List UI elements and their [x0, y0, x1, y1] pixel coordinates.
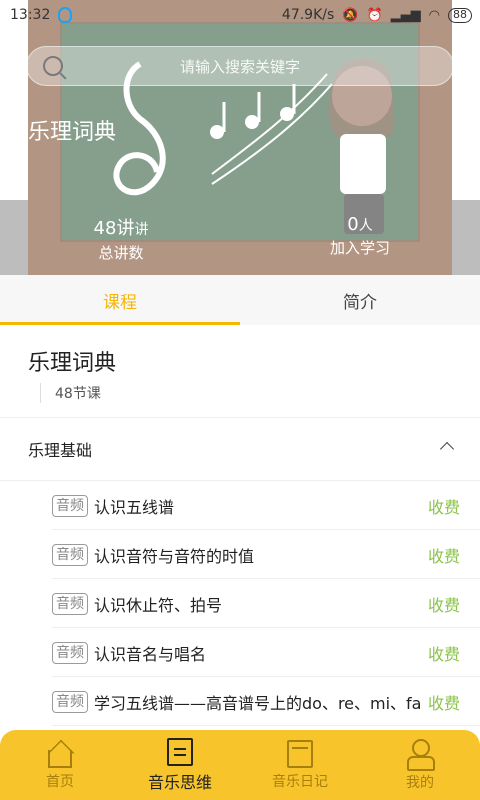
price-label: 收费: [427, 595, 460, 615]
lesson-title: 学习五线谱——高音谱号上的do、re、mi、fa: [94, 693, 420, 713]
nav-label: 音乐日记: [272, 773, 328, 790]
network-speed: 47.9K/s: [281, 7, 335, 23]
audio-badge: 音频: [52, 641, 88, 664]
course-name-overlay: 乐理词典: [28, 120, 117, 145]
list-item[interactable]: 音频 认识音符与音符的时值 收费: [0, 530, 480, 579]
lesson-title: 认识五线谱: [94, 497, 175, 517]
nav-home[interactable]: 首页: [0, 730, 120, 800]
course-tabs: 课程 简介: [0, 275, 480, 325]
lesson-title: 认识音符与音符的时值: [94, 546, 255, 566]
diary-icon: [287, 739, 313, 768]
lesson-list: 音频 认识五线谱 收费 音频 认识音符与音符的时值 收费 音频 认识休止符、拍号…: [0, 481, 480, 731]
alarm-icon: ⏰: [366, 7, 383, 23]
nav-music-diary[interactable]: 音乐日记: [240, 730, 360, 800]
price-label: 收费: [427, 497, 460, 517]
home-icon: [48, 749, 72, 768]
status-time: 13:32: [10, 7, 51, 23]
status-bar: 13:32 47.9K/s 🔕 ⏰ ▂▄▆ ◠ 88: [0, 0, 480, 30]
stat-total-lessons: 48讲讲 总讲数: [90, 214, 152, 263]
battery-icon: 88: [448, 7, 472, 23]
audio-badge: 音频: [52, 592, 88, 615]
course-header: 乐理词典 48节课: [0, 325, 480, 418]
nav-label: 首页: [46, 773, 74, 790]
lesson-count: 48节课: [40, 383, 101, 403]
bottom-nav: 首页 音乐思维 音乐日记 我的: [0, 730, 480, 800]
section-header[interactable]: 乐理基础: [0, 418, 480, 481]
signal-icon: ▂▄▆: [390, 7, 421, 23]
tab-intro[interactable]: 简介: [240, 275, 480, 325]
stat-value: 48讲讲: [93, 218, 149, 239]
list-item[interactable]: 音频 认识休止符、拍号 收费: [0, 579, 480, 628]
course-title: 乐理词典: [28, 351, 117, 376]
audio-badge: 音频: [52, 543, 88, 566]
stat-value: 0人: [347, 214, 373, 235]
nav-music-thinking[interactable]: 音乐思维: [120, 730, 240, 800]
price-label: 收费: [427, 644, 460, 664]
audio-badge: 音频: [52, 690, 88, 713]
audio-badge: 音频: [52, 494, 88, 517]
nav-profile[interactable]: 我的: [360, 730, 480, 800]
tab-course[interactable]: 课程: [0, 275, 240, 325]
list-item[interactable]: 音频 认识音名与唱名 收费: [0, 628, 480, 677]
nav-label: 音乐思维: [147, 772, 212, 792]
stat-learners: 0人 加入学习: [323, 214, 397, 258]
lesson-title: 认识音名与唱名: [94, 644, 207, 664]
list-item[interactable]: 音频 认识五线谱 收费: [0, 481, 480, 530]
search-bar[interactable]: 请输入搜索关键字: [26, 46, 454, 86]
list-item[interactable]: 音频 学习五线谱——高音谱号上的do、re、mi、fa 收费: [0, 677, 480, 726]
search-placeholder: 请输入搜索关键字: [179, 57, 300, 76]
stat-label: 加入学习: [329, 239, 390, 257]
lesson-title: 认识休止符、拍号: [94, 595, 223, 615]
chevron-up-icon[interactable]: [439, 441, 455, 457]
book-icon: [167, 737, 193, 766]
qq-icon: [58, 7, 73, 23]
stat-label: 总讲数: [98, 244, 144, 262]
price-label: 收费: [427, 693, 460, 713]
search-icon: [43, 56, 63, 76]
wifi-icon: ◠: [428, 7, 440, 23]
hero-banner: 请输入搜索关键字 乐理词典 48讲讲 总讲数 0人 加入学习: [0, 0, 480, 275]
user-icon: [406, 738, 435, 771]
mute-icon: 🔕: [342, 7, 359, 23]
section-title: 乐理基础: [28, 441, 93, 460]
price-label: 收费: [427, 546, 460, 566]
nav-label: 我的: [406, 774, 434, 791]
